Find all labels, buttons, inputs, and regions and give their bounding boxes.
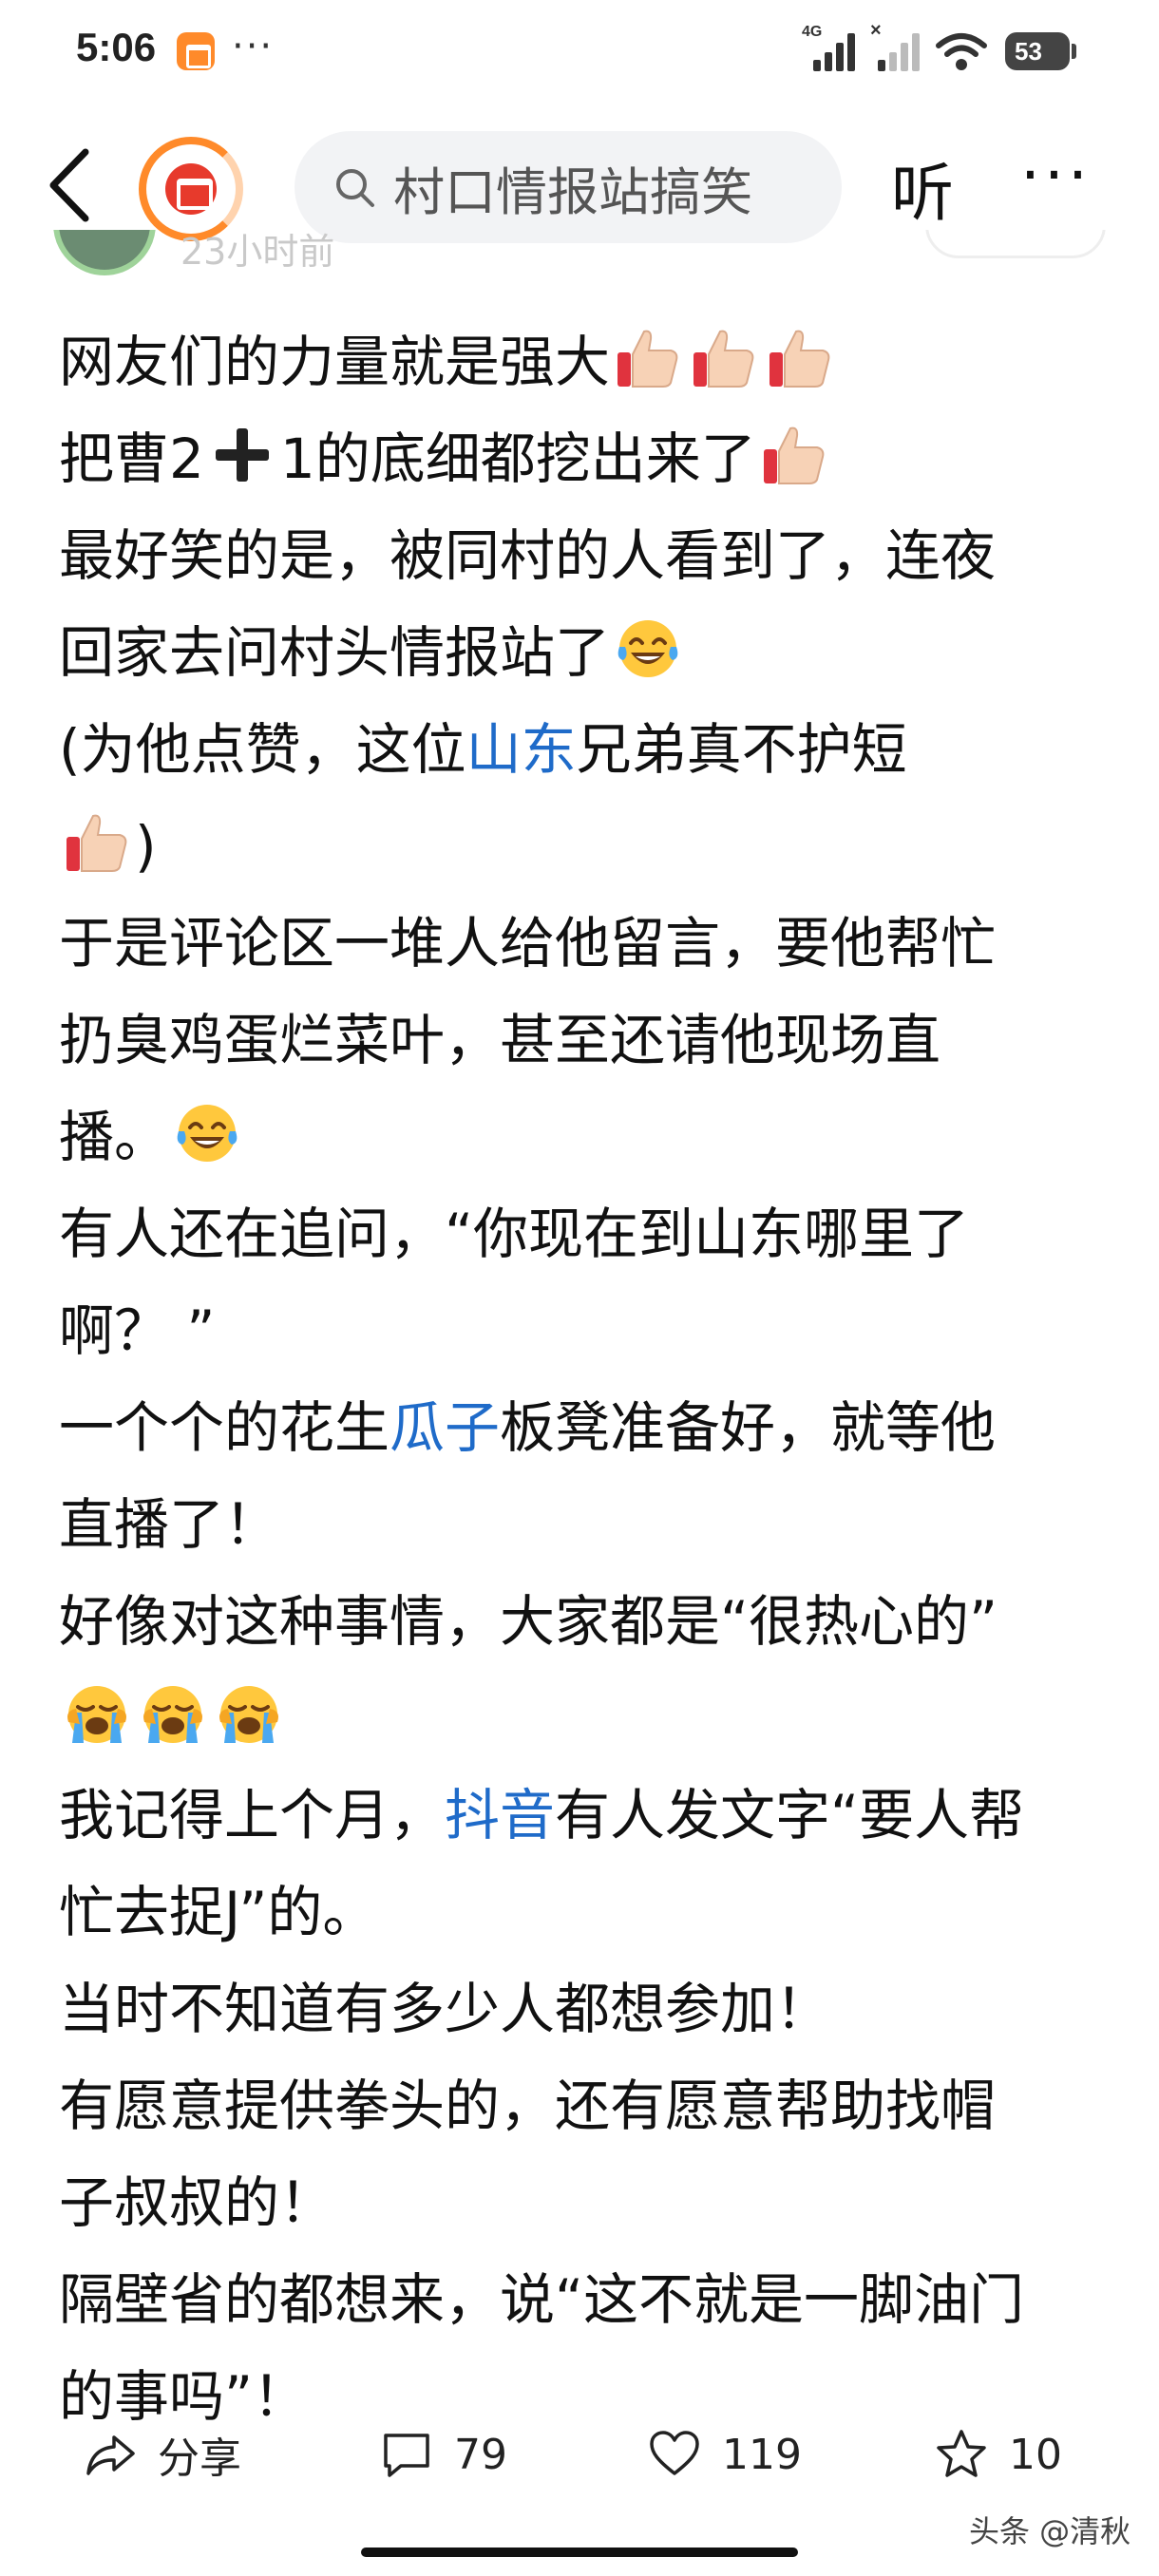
heart-icon	[650, 2431, 699, 2475]
article-text: 网友们的力量就是强大	[59, 330, 611, 394]
status-more-icon: ···	[232, 25, 275, 68]
article-line: 播。	[59, 1089, 1104, 1185]
thumbs-up-emoji-icon	[760, 421, 828, 489]
tears-of-joy-emoji-icon	[614, 615, 682, 683]
search-input[interactable]: 村口情报站搞笑	[294, 131, 842, 243]
thumbs-up-emoji-icon	[690, 324, 758, 392]
status-bar: 5:06 ··· 4G × 53	[0, 0, 1159, 104]
comment-count: 79	[454, 2430, 507, 2479]
article-line: 于是评论区一堆人给他留言，要他帮忙	[59, 895, 1104, 992]
battery-icon: 53	[1005, 32, 1076, 70]
channel-logo[interactable]	[139, 137, 243, 241]
favorite-count: 10	[1009, 2430, 1062, 2479]
article-text: 子叔叔的！	[59, 2170, 335, 2235]
signal-4g-icon: 4G	[802, 24, 855, 71]
comment-icon	[384, 2434, 429, 2477]
article-line: 忙去捉J”的。	[59, 1864, 1104, 1960]
red-envelope-icon	[165, 163, 217, 215]
search-icon	[336, 169, 374, 207]
listen-button[interactable]: 听	[891, 142, 954, 234]
article-line: 直播了！	[59, 1476, 1104, 1573]
article-line: 回家去问村头情报站了	[59, 604, 1104, 701]
signal-sim2-icon: ×	[870, 20, 920, 71]
status-time: 5:06	[76, 25, 157, 69]
post-body: 网友们的力量就是强大 把曹2 1的底细都挖出来了最好笑的是，被同村的人看到了，连夜回…	[59, 313, 1104, 2445]
article-text: 有愿意提供拳头的，还有愿意帮助找帽	[59, 2074, 997, 2138]
share-icon	[86, 2435, 135, 2475]
author-row-partial: 23小时前	[0, 230, 1159, 275]
article-text: 好像对这种事情，大家都是“很热心的”	[59, 1589, 998, 1654]
like-button[interactable]: 119	[648, 2407, 802, 2502]
like-count: 119	[722, 2430, 802, 2479]
article-line: 隔壁省的都想来，说“这不就是一脚油门	[59, 2251, 1104, 2348]
article-text: 把曹2	[59, 426, 204, 491]
article-text: 兄弟真不护短	[576, 717, 907, 782]
article-line: 好像对这种事情，大家都是“很热心的”	[59, 1573, 1104, 1670]
favorite-button[interactable]: 10	[935, 2407, 1062, 2502]
article-text: 直播了！	[59, 1492, 280, 1557]
article-line	[59, 1670, 1104, 1767]
article-text: 板凳准备好，就等他	[500, 1395, 997, 1460]
article-line: )	[59, 798, 1104, 895]
home-indicator[interactable]	[361, 2548, 798, 2557]
article-line: 啊？ ”	[59, 1282, 1104, 1379]
article-line: 扔臭鸡蛋烂菜叶，甚至还请他现场直	[59, 992, 1104, 1089]
watermark: 头条 @清秋	[969, 2513, 1131, 2549]
comment-button[interactable]: 79	[380, 2407, 507, 2502]
article-line: 把曹2 1的底细都挖出来了	[59, 410, 1104, 507]
loudly-crying-emoji-icon	[215, 1680, 283, 1749]
loudly-crying-emoji-icon	[139, 1680, 207, 1749]
share-label: 分享	[158, 2434, 241, 2483]
network-type-label: 4G	[802, 24, 823, 40]
action-bar: 分享 79 119 10	[0, 2397, 1159, 2511]
follow-button[interactable]	[925, 230, 1106, 258]
keyword-link[interactable]: 瓜子	[390, 1395, 500, 1460]
status-icons: 4G × 53	[802, 20, 1076, 76]
article-text: 一个个的花生	[59, 1395, 390, 1460]
search-placeholder: 村口情报站搞笑	[393, 161, 752, 222]
article-text: 当时不知道有多少人都想参加！	[59, 1977, 831, 2041]
back-arrow-icon[interactable]	[38, 144, 104, 226]
article-line: 我记得上个月，抖音有人发文字“要人帮	[59, 1767, 1104, 1864]
article-text: 隔壁省的都想来，说“这不就是一脚油门	[59, 2267, 1025, 2332]
article-text: 播。	[59, 1105, 170, 1169]
loudly-crying-emoji-icon	[63, 1680, 131, 1749]
article-line: 一个个的花生瓜子板凳准备好，就等他	[59, 1379, 1104, 1476]
article-text: 有人还在追问，“你现在到山东哪里了	[59, 1202, 970, 1266]
more-options-button[interactable]: ···	[1020, 139, 1092, 212]
app-notification-icon	[177, 32, 215, 70]
article-line: 最好笑的是，被同村的人看到了，连夜	[59, 507, 1104, 604]
article-text: )	[135, 814, 157, 879]
thumbs-up-emoji-icon	[766, 324, 834, 392]
keyword-link[interactable]: 抖音	[445, 1783, 555, 1847]
article-line: 当时不知道有多少人都想参加！	[59, 1960, 1104, 2057]
share-button[interactable]: 分享	[84, 2407, 241, 2502]
article-text: 啊？ ”	[59, 1298, 216, 1363]
article-line: (为他点赞，这位山东兄弟真不护短	[59, 701, 1104, 798]
no-service-mark: ×	[870, 20, 882, 41]
article-text: 回家去问村头情报站了	[59, 620, 611, 685]
thumbs-up-emoji-icon	[63, 808, 131, 877]
article-line: 网友们的力量就是强大	[59, 313, 1104, 410]
article-text: 最好笑的是，被同村的人看到了，连夜	[59, 523, 997, 588]
article-text: 扔臭鸡蛋烂菜叶，甚至还请他现场直	[59, 1008, 941, 1072]
article-text: 1的底细都挖出来了	[279, 426, 756, 491]
article-line: 有人还在追问，“你现在到山东哪里了	[59, 1185, 1104, 1282]
article-text: 有人发文字“要人帮	[555, 1783, 1025, 1847]
article-text: 于是评论区一堆人给他留言，要他帮忙	[59, 911, 997, 975]
tears-of-joy-emoji-icon	[173, 1099, 241, 1167]
article-line: 子叔叔的！	[59, 2154, 1104, 2251]
article-text: (为他点赞，这位	[59, 717, 466, 782]
article-text: 我记得上个月，	[59, 1783, 446, 1847]
article-line: 有愿意提供拳头的，还有愿意帮助找帽	[59, 2057, 1104, 2154]
post-time: 23小时前	[180, 231, 335, 273]
wifi-icon	[936, 33, 987, 70]
star-icon	[937, 2430, 986, 2477]
thumbs-up-emoji-icon	[614, 324, 682, 392]
author-avatar[interactable]	[53, 230, 156, 275]
plus-emoji-icon	[208, 421, 276, 489]
article-text: 忙去捉J”的。	[59, 1880, 378, 1944]
keyword-link[interactable]: 山东	[466, 717, 577, 782]
